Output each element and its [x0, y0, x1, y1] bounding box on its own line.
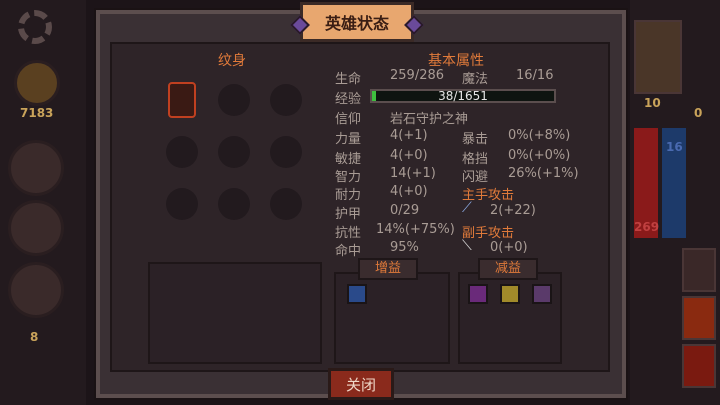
mp-value: 16/16 — [516, 68, 554, 83]
faith-label: 信仰 — [335, 112, 362, 127]
skill-slot-1[interactable] — [8, 140, 64, 196]
buffs-tab: 增益 — [358, 258, 418, 280]
yellow-skull-icon[interactable] — [500, 284, 520, 304]
close-label: 关闭 — [345, 375, 376, 394]
gold-count: 7183 — [20, 106, 54, 120]
gear-icon[interactable] — [18, 10, 52, 44]
xp-label: 经验 — [335, 92, 362, 107]
sword-icon[interactable] — [8, 262, 64, 318]
end-value: 4(+0) — [390, 184, 428, 199]
skill-icon-1[interactable] — [682, 248, 716, 292]
block-value: 0%(+0%) — [508, 148, 571, 163]
hp-label: 生命 — [335, 72, 362, 87]
resist-label: 抗性 — [335, 226, 362, 241]
hit-value: 95% — [390, 240, 419, 255]
tattoo-slot[interactable] — [270, 136, 302, 168]
int-label: 智力 — [335, 170, 362, 185]
str-value: 4(+1) — [390, 128, 428, 143]
purple-skull-icon[interactable] — [468, 284, 488, 304]
skill-icon-2[interactable] — [682, 296, 716, 340]
tattoo-slot[interactable] — [218, 188, 250, 220]
armor-label: 护甲 — [335, 207, 362, 222]
agi-label: 敏捷 — [335, 152, 362, 167]
skill-icon-3[interactable] — [682, 344, 716, 388]
int-value: 14(+1) — [390, 166, 436, 181]
tattoo-slot[interactable] — [270, 188, 302, 220]
crit-value: 0%(+8%) — [508, 128, 571, 143]
mp-label: 魔法 — [462, 72, 489, 87]
tattoo-slot[interactable] — [166, 136, 198, 168]
panel-title: 英雄状态 — [290, 2, 424, 42]
tattoo-heading: 纹身 — [218, 53, 246, 69]
tattoo-rune-icon[interactable] — [168, 82, 196, 118]
xp-bar: 38/1651 — [370, 89, 556, 103]
left-count: 8 — [30, 330, 39, 344]
panel-title-text: 英雄状态 — [324, 14, 389, 33]
dagger-icon: ⟋ — [462, 200, 472, 216]
end-label: 耐力 — [335, 188, 362, 203]
left-hud: 7183 8 — [0, 0, 86, 405]
agi-value: 4(+0) — [390, 148, 428, 163]
tattoo-slot[interactable] — [270, 84, 302, 116]
xp-value: 38/1651 — [438, 89, 488, 103]
skill-slot-2[interactable] — [8, 200, 64, 256]
block-label: 格挡 — [462, 152, 489, 167]
purple-mask-icon[interactable] — [532, 284, 552, 304]
str-label: 力量 — [335, 132, 362, 147]
hit-label: 命中 — [335, 244, 362, 259]
tattoo-slot[interactable] — [166, 188, 198, 220]
knife-icon: ⟍ — [462, 238, 472, 254]
armor-count: 0 — [694, 106, 703, 120]
resist-value: 14%(+75%) — [376, 222, 455, 237]
dodge-label: 闪避 — [462, 170, 489, 185]
gold-coin-icon — [14, 60, 60, 106]
crit-label: 暴击 — [462, 132, 489, 147]
base-stats-heading: 基本属性 — [428, 53, 484, 69]
main-hand-value: 2(+22) — [490, 203, 536, 218]
right-hud: 10 0 16 269 — [630, 0, 720, 405]
health-value: 269 — [634, 220, 660, 234]
mana-value: 16 — [666, 140, 683, 154]
level-display: 10 — [644, 96, 661, 110]
hp-value: 259/286 — [390, 68, 445, 83]
off-hand-value: 0(+0) — [490, 240, 528, 255]
close-button[interactable]: 关闭 — [328, 368, 394, 400]
blue-shield-icon[interactable] — [347, 284, 367, 304]
debuffs-tab: 减益 — [478, 258, 538, 280]
character-portrait[interactable] — [634, 20, 682, 94]
tattoo-slot[interactable] — [218, 84, 250, 116]
dodge-value: 26%(+1%) — [508, 166, 579, 181]
faith-value: 岩石守护之神 — [390, 112, 469, 127]
armor-value: 0/29 — [390, 203, 420, 218]
tattoo-slot[interactable] — [218, 136, 250, 168]
tattoo-detail-box — [148, 262, 322, 364]
